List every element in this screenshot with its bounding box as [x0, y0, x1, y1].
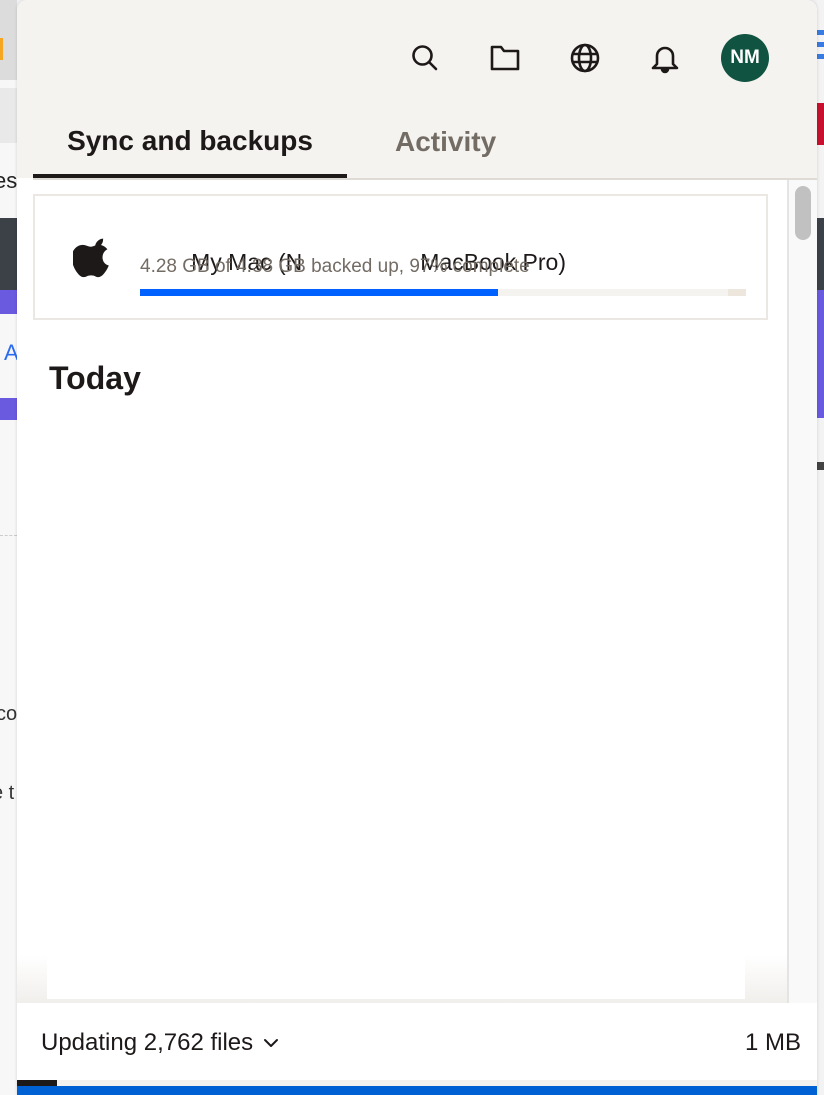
footer-progress-bar — [17, 1080, 817, 1095]
background-app-left: es A coe t — [0, 0, 17, 1095]
backup-progress-bar — [140, 289, 746, 296]
popup-header: NM Sync and backups Activity — [17, 0, 817, 180]
chevron-down-icon — [264, 1039, 279, 1047]
footer-accent-bar — [17, 1086, 817, 1095]
sync-popup-panel: NM Sync and backups Activity My Mac (N Ma… — [17, 0, 817, 1095]
updating-files-dropdown[interactable]: Updating 2,762 files — [41, 1029, 279, 1057]
globe-icon — [570, 43, 600, 73]
activity-list — [47, 415, 745, 1000]
bell-icon — [651, 46, 679, 74]
tab-activity[interactable]: Activity — [379, 108, 496, 176]
transfer-size: 1 MB — [744, 1029, 801, 1056]
status-footer: Updating 2,762 files 1 MB — [17, 1005, 817, 1095]
apple-icon — [73, 238, 109, 278]
backup-status-text: 4.28 GB of 4.38 GB backed up, 97% comple… — [140, 256, 530, 277]
list-bottom — [47, 955, 745, 999]
search-icon — [412, 45, 438, 71]
scrollbar[interactable] — [787, 180, 817, 1003]
sync-content: My Mac (N MacBook Pro) 4.28 GB of 4.38 GB… — [17, 180, 787, 1003]
tab-bar: Sync and backups Activity — [33, 108, 817, 180]
backup-device-card[interactable]: My Mac (N MacBook Pro) 4.28 GB of 4.38 GB… — [33, 194, 768, 320]
backup-progress-end — [728, 289, 746, 296]
notifications-button[interactable] — [643, 36, 687, 80]
folder-button[interactable] — [483, 36, 527, 80]
background-app-right — [817, 0, 824, 1095]
avatar[interactable]: NM — [721, 34, 769, 82]
tab-sync-and-backups[interactable]: Sync and backups — [33, 108, 347, 178]
section-heading-today: Today — [49, 360, 141, 396]
updating-files-label: Updating 2,762 files — [41, 1029, 254, 1056]
backup-progress-fill — [140, 289, 498, 296]
folder-icon — [490, 45, 520, 71]
globe-button[interactable] — [563, 36, 607, 80]
search-button[interactable] — [403, 36, 447, 80]
scrollbar-thumb[interactable] — [795, 186, 811, 240]
